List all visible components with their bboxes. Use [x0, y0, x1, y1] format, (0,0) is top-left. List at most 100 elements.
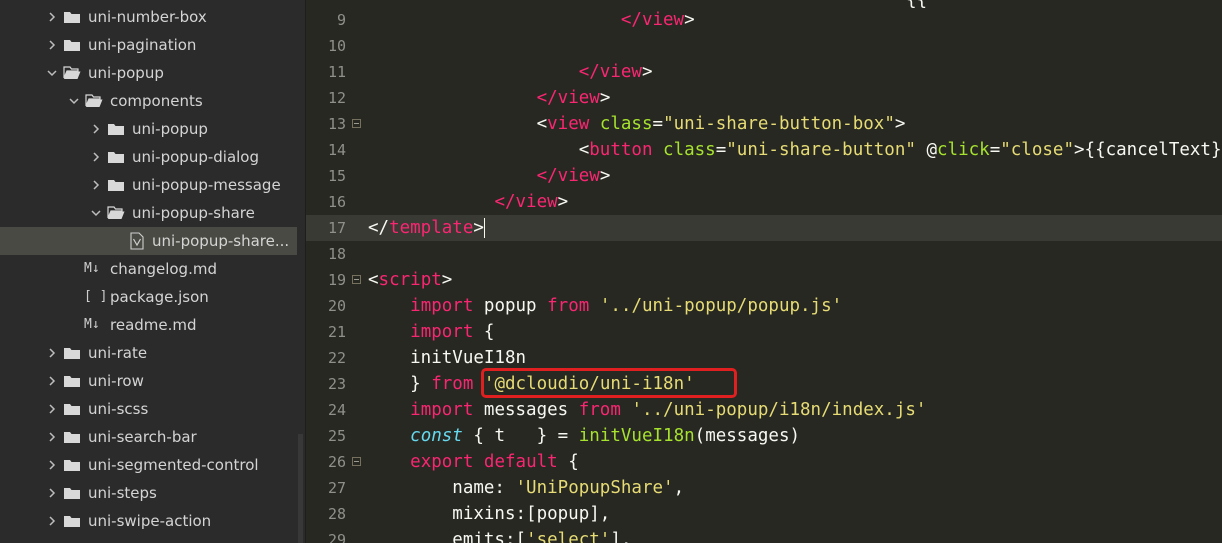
- chevron-right-icon[interactable]: [47, 432, 57, 442]
- folder-icon: [107, 178, 125, 192]
- chevron-right-icon[interactable]: [47, 460, 57, 470]
- code-line-26[interactable]: 26 export default {: [306, 449, 1222, 475]
- code-line-12[interactable]: 12 </view>: [306, 85, 1222, 111]
- code-line-21[interactable]: 21 import {: [306, 319, 1222, 345]
- line-number: 17: [327, 219, 346, 237]
- code-line-22[interactable]: 22 initVueI18n: [306, 345, 1222, 371]
- code-line-18[interactable]: 18: [306, 241, 1222, 267]
- tree-file-package-json[interactable]: [ ] package.json: [0, 283, 297, 311]
- folder-open-icon: [107, 206, 125, 220]
- code-text: mixins:[popup],: [368, 504, 611, 524]
- fold-toggle-icon[interactable]: [352, 119, 361, 128]
- code-line-20[interactable]: 20 import popup from '../uni-popup/popup…: [306, 293, 1222, 319]
- tree-folder-uni-scss[interactable]: uni-scss: [0, 395, 297, 423]
- chevron-down-icon[interactable]: [69, 96, 79, 106]
- tree-item-label: uni-popup-dialog: [132, 148, 260, 166]
- code-line-29[interactable]: 29 emits:['select'],: [306, 527, 1222, 543]
- code-line-27[interactable]: 27 name: 'UniPopupShare',: [306, 475, 1222, 501]
- folder-icon: [107, 122, 125, 136]
- tree-folder-uni-popup-share[interactable]: uni-popup-share: [0, 199, 297, 227]
- line-number: 28: [327, 505, 346, 523]
- code-line-17[interactable]: 17 </template>: [306, 215, 1222, 241]
- tree-folder-uni-search-bar[interactable]: uni-search-bar: [0, 423, 297, 451]
- line-number: 24: [327, 401, 346, 419]
- tree-item-label: components: [110, 92, 203, 110]
- line-number: 11: [327, 63, 346, 81]
- code-text: name: 'UniPopupShare',: [368, 478, 685, 498]
- tree-folder-uni-rate[interactable]: uni-rate: [0, 339, 297, 367]
- chevron-right-icon[interactable]: [91, 180, 101, 190]
- tree-folder-uni-popup-message[interactable]: uni-popup-message: [0, 171, 297, 199]
- code-text: <script>: [368, 270, 453, 290]
- tree-item-label: uni-popup: [88, 64, 164, 82]
- code-line-9[interactable]: 9 </view>: [306, 7, 1222, 33]
- fold-toggle-icon[interactable]: [352, 275, 361, 284]
- line-number: 18: [327, 245, 346, 263]
- chevron-right-icon[interactable]: [47, 348, 57, 358]
- tree-folder-uni-popup[interactable]: uni-popup: [0, 59, 297, 87]
- line-number: 10: [327, 37, 346, 55]
- folder-icon: [63, 430, 81, 444]
- folder-icon: [63, 486, 81, 500]
- markdown-file-icon: M↓: [84, 261, 100, 276]
- code-text: </view>: [494, 192, 569, 212]
- line-number: 22: [327, 349, 346, 367]
- sidebar-scrollbar-thumb[interactable]: [298, 434, 303, 543]
- tree-folder-uni-number-box[interactable]: uni-number-box: [0, 3, 297, 31]
- chevron-right-icon[interactable]: [91, 124, 101, 134]
- code-line-19[interactable]: 19 <script>: [306, 267, 1222, 293]
- chevron-down-icon[interactable]: [47, 68, 57, 78]
- tree-file-readme-md[interactable]: M↓ readme.md: [0, 311, 297, 339]
- tree-folder-uni-popup[interactable]: uni-popup: [0, 115, 297, 143]
- code-line-10[interactable]: 10: [306, 33, 1222, 59]
- code-line-24[interactable]: 24 import messages from '../uni-popup/i1…: [306, 397, 1222, 423]
- tree-item-label: uni-popup-share...: [152, 232, 290, 250]
- code-text: </view>: [620, 10, 695, 30]
- code-line-28[interactable]: 28 mixins:[popup],: [306, 501, 1222, 527]
- tree-item-label: uni-popup-share: [132, 204, 255, 222]
- markdown-file-icon: M↓: [84, 317, 100, 332]
- tree-file-changelog-md[interactable]: M↓ changelog.md: [0, 255, 297, 283]
- code-line-11[interactable]: 11 </view>: [306, 59, 1222, 85]
- chevron-right-icon[interactable]: [47, 488, 57, 498]
- line-number: 19: [327, 271, 346, 289]
- code-line-15[interactable]: 15 </view>: [306, 163, 1222, 189]
- chevron-down-icon[interactable]: [91, 208, 101, 218]
- code-text: <view class="uni-share-button-box">: [536, 114, 906, 134]
- folder-icon: [63, 38, 81, 52]
- folder-open-icon: [85, 94, 103, 108]
- folder-icon: [63, 374, 81, 388]
- tree-item-label: uni-pagination: [88, 36, 197, 54]
- chevron-right-icon[interactable]: [47, 40, 57, 50]
- tree-folder-components[interactable]: components: [0, 87, 297, 115]
- tree-folder-uni-popup-dialog[interactable]: uni-popup-dialog: [0, 143, 297, 171]
- chevron-right-icon[interactable]: [47, 376, 57, 386]
- code-text: emits:['select'],: [368, 530, 632, 543]
- tree-file-uni-popup-share[interactable]: uni-popup-share...: [0, 227, 297, 255]
- tree-folder-uni-row[interactable]: uni-row: [0, 367, 297, 395]
- tree-item-label: uni-popup: [132, 120, 208, 138]
- code-line-13[interactable]: 13 <view class="uni-share-button-box">: [306, 111, 1222, 137]
- tree-folder-uni-pagination[interactable]: uni-pagination: [0, 31, 297, 59]
- code-line-14[interactable]: 14 <button class="uni-share-button" @cli…: [306, 137, 1222, 163]
- line-number: 29: [327, 531, 346, 543]
- chevron-right-icon[interactable]: [91, 152, 101, 162]
- fold-toggle-icon[interactable]: [352, 457, 361, 466]
- tree-folder-uni-segmented-control[interactable]: uni-segmented-control: [0, 451, 297, 479]
- tree-item-label: uni-popup-message: [132, 176, 281, 194]
- code-editor[interactable]: {{ 9 </view> 10 11 </view> 12 </view> 13 <vi…: [306, 0, 1222, 543]
- code-line-23[interactable]: 23 } from '@dcloudio/uni-i18n': [306, 371, 1222, 397]
- chevron-right-icon[interactable]: [47, 516, 57, 526]
- code-line-16[interactable]: 16 </view>: [306, 189, 1222, 215]
- code-text: import messages from '../uni-popup/i18n/…: [410, 400, 927, 420]
- folder-icon: [63, 346, 81, 360]
- tree-folder-uni-steps[interactable]: uni-steps: [0, 479, 297, 507]
- chevron-right-icon[interactable]: [47, 12, 57, 22]
- code-line-25[interactable]: 25 const { t } = initVueI18n(messages): [306, 423, 1222, 449]
- tree-item-label: uni-steps: [88, 484, 157, 502]
- tree-item-label: uni-scss: [88, 400, 149, 418]
- tree-item-label: changelog.md: [110, 260, 217, 278]
- tree-item-label: uni-swipe-action: [88, 512, 212, 530]
- chevron-right-icon[interactable]: [47, 404, 57, 414]
- tree-folder-uni-swipe-action[interactable]: uni-swipe-action: [0, 507, 297, 535]
